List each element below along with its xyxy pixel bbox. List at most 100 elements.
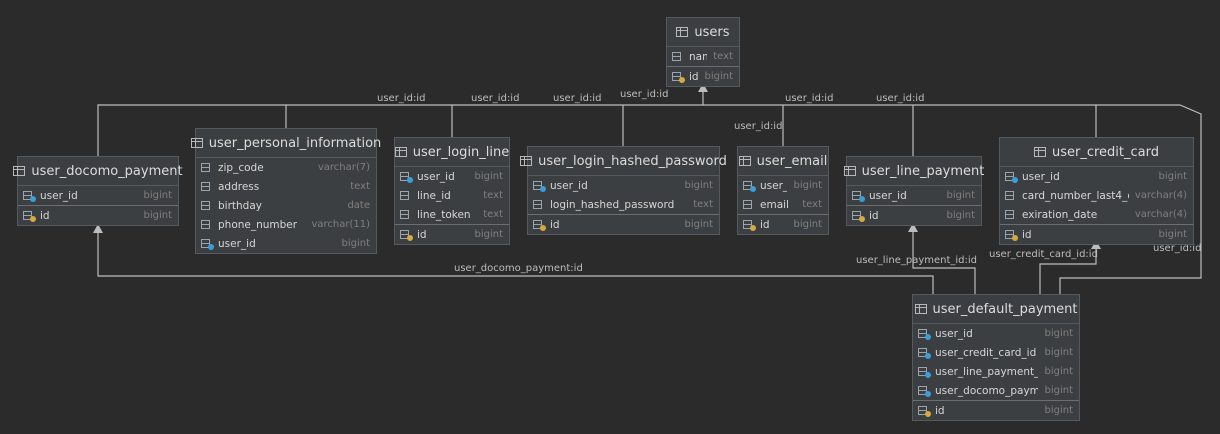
relation-label: user_line_payment_id:id	[856, 255, 978, 266]
column-icon	[201, 200, 213, 211]
table-user-credit-card[interactable]: user_credit_card user_id bigint card_number…	[999, 137, 1194, 245]
column-row[interactable]: id bigint	[395, 224, 509, 244]
table-header[interactable]: user_login_line	[394, 138, 509, 167]
table-user-email[interactable]: user_emailuser_idbigintemailtextidbigint	[737, 146, 829, 235]
column-name: user_id	[935, 327, 973, 340]
column-row[interactable]: user_id bigint	[196, 234, 376, 253]
table-user-personal-information[interactable]: user_personal_information zip_code varchar…	[190, 128, 381, 254]
column-row[interactable]: id bigint	[528, 214, 719, 234]
column-type: bigint	[474, 171, 503, 182]
table-icon	[13, 166, 26, 176]
column-row[interactable]: id bigint	[667, 66, 739, 86]
column-icon	[1005, 209, 1017, 220]
column-icon	[400, 190, 412, 201]
column-row[interactable]: line_token text	[395, 205, 509, 224]
primary-key-icon	[1005, 229, 1018, 241]
table-title: user_line_payment	[861, 163, 985, 179]
table-header[interactable]: user_docomo_payment	[13, 157, 183, 186]
relation-label: user_id:id	[785, 93, 834, 104]
column-type: text	[483, 190, 503, 201]
foreign-key-icon	[23, 190, 36, 202]
table-user-login-line[interactable]: user_login_line user_id bigint line_id text l…	[394, 137, 510, 245]
table-header[interactable]: user_line_payment	[843, 157, 984, 186]
column-name: user_id	[869, 189, 907, 202]
column-name: user_id	[550, 179, 588, 192]
column-row[interactable]: user_id bigint	[847, 186, 981, 205]
column-name: user_line_payment_id	[935, 365, 1039, 378]
relation-label: user_id:id	[377, 93, 426, 104]
foreign-key-icon	[918, 328, 931, 340]
column-row[interactable]: phone_number varchar(11)	[196, 215, 376, 234]
column-row[interactable]: user_id bigint	[738, 176, 828, 195]
column-row[interactable]: id bigint	[913, 400, 1079, 420]
column-type: text	[693, 199, 713, 210]
table-title: users	[694, 24, 730, 40]
column-row[interactable]: id bigint	[738, 214, 828, 234]
table-user-docomo-payment[interactable]: user_docomo_payment user_id bigint id bigint	[13, 156, 183, 226]
column-row[interactable]: id bigint	[18, 205, 178, 225]
column-name: line_id	[417, 189, 451, 202]
column-row[interactable]: user_docomo_payment bigint	[913, 381, 1079, 400]
column-icon	[1005, 190, 1017, 201]
column-row[interactable]: login_hashed_password text	[528, 195, 719, 214]
table-header[interactable]: users	[667, 18, 739, 47]
column-name: birthday	[218, 199, 262, 212]
column-type: bigint	[1044, 328, 1073, 339]
column-name: id	[760, 218, 770, 231]
column-type: varchar(7)	[317, 162, 370, 173]
table-user-login-hashed-password[interactable]: user_login_hashed_password user_id bigint l…	[520, 146, 727, 235]
column-row[interactable]: exiration_date varchar(4)	[1000, 205, 1193, 224]
column-row[interactable]: birthday date	[196, 196, 376, 215]
column-type: bigint	[1044, 366, 1073, 377]
table-header[interactable]: user_default_payment	[913, 295, 1079, 324]
table-user-default-payment[interactable]: user_default_payment user_id bigint user_cr…	[912, 294, 1080, 421]
column-type: varchar(4)	[1134, 190, 1187, 201]
table-header[interactable]: user_credit_card	[1000, 138, 1193, 167]
column-row[interactable]: user_id bigint	[18, 186, 178, 205]
foreign-key-icon	[743, 180, 756, 192]
foreign-key-icon	[918, 385, 931, 397]
table-header[interactable]: user_email	[738, 147, 828, 176]
column-row[interactable]: user_credit_card_id bigint	[913, 343, 1079, 362]
column-row[interactable]: address text	[196, 177, 376, 196]
column-row[interactable]: name text	[667, 47, 739, 66]
primary-key-icon	[533, 219, 546, 231]
column-icon	[201, 219, 213, 230]
column-name: id	[935, 404, 945, 417]
table-header[interactable]: user_personal_information	[190, 129, 381, 158]
table-user-line-payment[interactable]: user_line_payment user_id bigint id bigint	[843, 156, 984, 226]
column-name: user_credit_card_id	[935, 346, 1037, 359]
column-row[interactable]: user_id bigint	[913, 324, 1079, 343]
column-type: bigint	[946, 190, 975, 201]
column-row[interactable]: email text	[738, 195, 828, 214]
table-users[interactable]: users name text id bigint	[666, 17, 740, 87]
primary-key-icon	[743, 219, 756, 231]
column-row[interactable]: card_number_last4_digits varchar(4)	[1000, 186, 1193, 205]
column-row[interactable]: user_id bigint	[528, 176, 719, 195]
table-title: user_personal_information	[208, 135, 382, 151]
column-type: varchar(4)	[1134, 209, 1187, 220]
column-row[interactable]: id bigint	[1000, 224, 1193, 244]
column-type: text	[483, 209, 503, 220]
table-icon	[738, 156, 751, 166]
column-row[interactable]: zip_code varchar(7)	[196, 158, 376, 177]
column-name: email	[760, 198, 789, 211]
column-type: date	[347, 200, 370, 211]
table-title: user_docomo_payment	[31, 163, 183, 179]
column-row[interactable]: id bigint	[847, 205, 981, 225]
column-row[interactable]: line_id text	[395, 186, 509, 205]
column-name: id	[689, 70, 699, 83]
primary-key-icon	[852, 210, 865, 222]
relation-label: user_credit_card_id:id	[989, 249, 1098, 260]
table-title: user_default_payment	[932, 301, 1078, 317]
column-row[interactable]: user_line_payment_id bigint	[913, 362, 1079, 381]
column-icon	[201, 181, 213, 192]
column-row[interactable]: user_id bigint	[395, 167, 509, 186]
column-type: bigint	[143, 190, 172, 201]
column-icon	[400, 209, 412, 220]
column-row[interactable]: user_id bigint	[1000, 167, 1193, 186]
table-header[interactable]: user_login_hashed_password	[520, 147, 727, 176]
column-type: bigint	[704, 71, 733, 82]
table-title: user_credit_card	[1051, 144, 1159, 160]
column-icon	[533, 199, 545, 210]
